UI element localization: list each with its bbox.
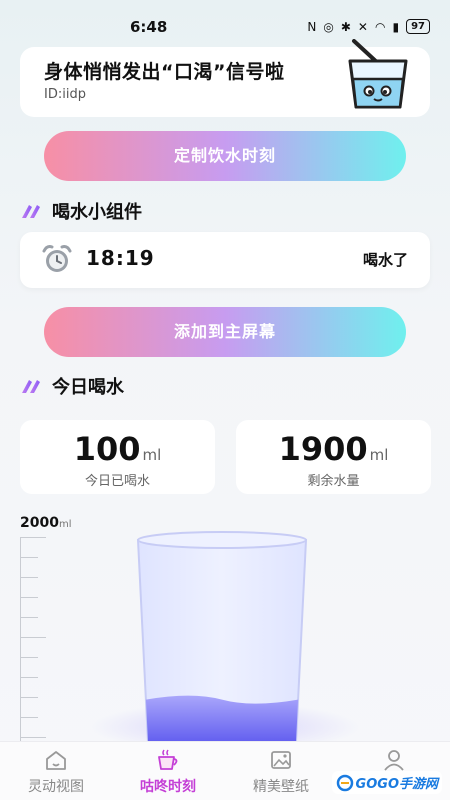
customize-drink-time-button[interactable]: 定制饮水时刻 xyxy=(44,131,406,181)
drunk-value: 100 xyxy=(73,430,141,468)
battery-indicator: 97 xyxy=(406,19,430,34)
tab-label: 精美壁纸 xyxy=(253,779,309,795)
today-section-title: 今日喝水 xyxy=(52,377,124,398)
drunk-today-card: 100 ml 今日已喝水 xyxy=(20,420,215,494)
bottom-tab-bar: 灵动视图 咕咚时刻 精美壁纸 GOGO手游网 xyxy=(0,741,450,800)
remaining-value: 1900 xyxy=(278,430,368,468)
scale-tick xyxy=(20,637,46,638)
cup-mascot-icon xyxy=(348,39,408,109)
scale-tick xyxy=(20,577,38,578)
watermark-logo: GOGO手游网 xyxy=(331,771,442,794)
mute-icon: ✕ xyxy=(357,19,368,34)
watermark-e-icon xyxy=(336,774,353,791)
drunk-unit: ml xyxy=(142,446,162,464)
remaining-unit: ml xyxy=(369,446,389,464)
today-section-header: 今日喝水 xyxy=(20,373,124,399)
wifi-icon: ◠ xyxy=(374,19,386,34)
hero-subtitle: ID:iidp xyxy=(44,87,86,102)
section-mark-icon xyxy=(22,205,40,218)
scale-tick xyxy=(20,557,38,558)
vibrate-icon: ◎ xyxy=(323,19,334,34)
water-glass xyxy=(136,531,308,749)
scale-tick xyxy=(20,617,38,618)
widget-message: 喝水了 xyxy=(362,251,408,269)
alarm-clock-icon xyxy=(42,245,72,272)
remaining-water-card: 1900 ml 剩余水量 xyxy=(236,420,431,494)
drunk-label: 今日已喝水 xyxy=(84,474,150,489)
bluetooth-icon: ✱ xyxy=(340,19,351,34)
image-icon xyxy=(271,751,291,769)
tab-label: 灵动视图 xyxy=(28,779,84,795)
add-to-home-screen-button[interactable]: 添加到主屏幕 xyxy=(44,307,406,357)
alert-icon: ▮ xyxy=(392,19,400,34)
watermark-text: GOGO手游网 xyxy=(355,777,438,792)
hero-title: 身体悄悄发出“口渴”信号啦 xyxy=(44,61,285,83)
home-icon xyxy=(46,751,66,770)
tab-gudong-moment[interactable]: 咕咚时刻 xyxy=(112,748,224,796)
widget-time: 18:19 xyxy=(86,246,155,270)
scale-tick xyxy=(20,657,38,658)
scale-tick xyxy=(20,537,46,538)
widget-section-title: 喝水小组件 xyxy=(52,202,142,223)
drink-widget-card[interactable]: 18:19 喝水了 xyxy=(20,232,430,288)
scale-max-value: 2000 xyxy=(20,515,59,531)
tab-wallpapers[interactable]: 精美壁纸 xyxy=(225,748,337,796)
remaining-value-row: 1900 ml xyxy=(236,430,431,468)
profile-icon xyxy=(384,750,404,771)
nfc-icon: N xyxy=(307,19,317,34)
hero-card: 身体悄悄发出“口渴”信号啦 ID:iidp xyxy=(20,39,430,117)
scale-tick xyxy=(20,677,38,678)
scale-max-label: 2000ml xyxy=(20,515,72,531)
status-time: 6:48 xyxy=(130,18,168,36)
cup-icon xyxy=(158,749,178,770)
widget-section-header: 喝水小组件 xyxy=(20,198,142,224)
water-scale: 2000ml xyxy=(20,515,80,757)
glass-rim xyxy=(137,531,307,549)
scale-unit: ml xyxy=(58,519,72,530)
remaining-label: 剩余水量 xyxy=(307,474,360,489)
tab-dynamic-view[interactable]: 灵动视图 xyxy=(0,748,112,796)
scale-rail xyxy=(20,537,21,757)
tab-label: 咕咚时刻 xyxy=(140,779,196,795)
section-mark-icon xyxy=(22,380,40,393)
drunk-value-row: 100 ml xyxy=(20,430,215,468)
scale-tick xyxy=(20,717,38,718)
scale-tick xyxy=(20,737,46,738)
scale-tick xyxy=(20,597,38,598)
status-icons: N ◎ ✱ ✕ ◠ ▮ 97 xyxy=(307,19,430,34)
scale-tick xyxy=(20,697,38,698)
